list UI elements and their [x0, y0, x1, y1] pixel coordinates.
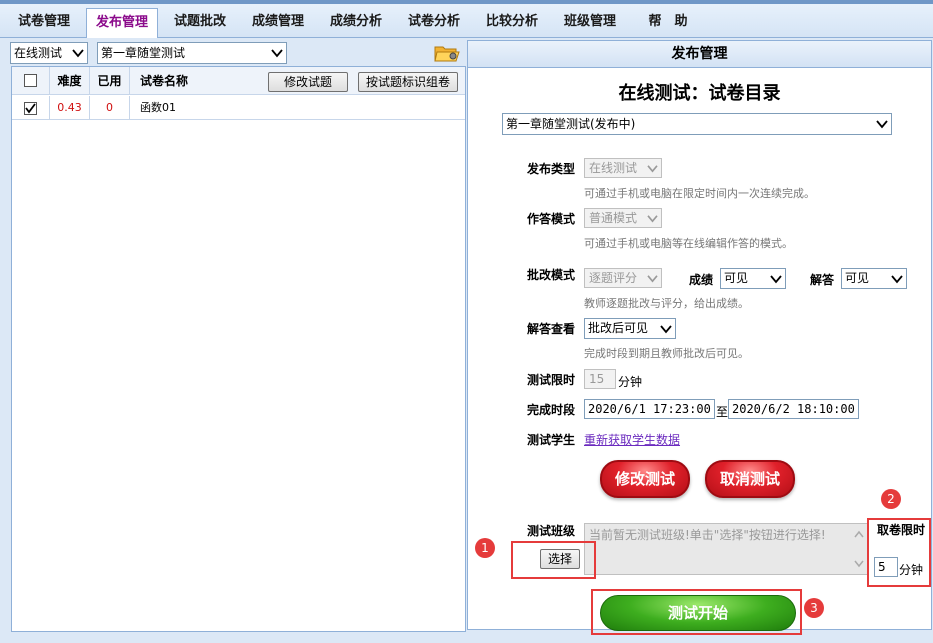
- edit-questions-button[interactable]: 修改试题: [268, 72, 348, 92]
- period-separator: 至: [716, 405, 729, 419]
- folder-gear-icon[interactable]: [434, 43, 460, 63]
- tab-compare-analysis[interactable]: 比较分析: [476, 8, 548, 38]
- scroll-down-icon[interactable]: [854, 560, 864, 568]
- tab-paper-management[interactable]: 试卷管理: [8, 8, 80, 38]
- grading-mode-label: 批改模式: [527, 268, 576, 282]
- answer-mode-label: 作答模式: [527, 212, 576, 226]
- test-type-value: 在线测试: [14, 46, 63, 60]
- class-list-box[interactable]: 当前暂无测试班级!单击"选择"按钮进行选择!: [584, 523, 868, 575]
- answer-view-hint: 完成时段到期且教师批改后可见。: [584, 347, 749, 360]
- paper-select[interactable]: 第一章随堂测试(发布中): [502, 113, 892, 135]
- modify-test-button[interactable]: 修改测试: [600, 460, 690, 498]
- select-all-checkbox[interactable]: [24, 74, 37, 87]
- header-paper-name-label: 试卷名称: [140, 74, 189, 88]
- annotation-badge-1: 1: [475, 538, 495, 558]
- chapter-select[interactable]: 第一章随堂测试: [97, 42, 287, 64]
- chevron-down-icon: [647, 215, 658, 223]
- annotation-badge-2: 2: [881, 489, 901, 509]
- period-end-input[interactable]: 2020/6/2 18:10:00: [728, 399, 859, 419]
- scroll-up-icon[interactable]: [854, 530, 864, 538]
- score-visibility-select[interactable]: 可见: [720, 268, 786, 289]
- answer-mode-value: 普通模式: [589, 211, 638, 225]
- time-limit-label: 测试限时: [527, 373, 576, 387]
- refresh-students-link[interactable]: 重新获取学生数据: [584, 431, 680, 448]
- paper-select-value: 第一章随堂测试(发布中): [506, 117, 636, 131]
- left-panel: 在线测试 第一章随堂测试 难度 已用 试卷名称 修改试题 按试题标识组卷 0.4…: [8, 38, 466, 634]
- class-list-placeholder: 当前暂无测试班级!单击"选择"按钮进行选择!: [589, 528, 826, 542]
- row-paper-name[interactable]: 函数01: [130, 96, 465, 120]
- tab-paper-analysis[interactable]: 试卷分析: [398, 8, 470, 38]
- publish-type-label: 发布类型: [527, 162, 576, 176]
- period-start-input[interactable]: 2020/6/1 17:23:00: [584, 399, 715, 419]
- tab-class-management[interactable]: 班级管理: [554, 8, 626, 38]
- checkmark-icon: [25, 103, 36, 114]
- publish-type-value: 在线测试: [589, 161, 638, 175]
- annotation-badge-3: 3: [804, 598, 824, 618]
- tab-grading[interactable]: 试题批改: [164, 8, 236, 38]
- header-difficulty: 难度: [50, 67, 90, 95]
- test-class-label: 测试班级: [527, 524, 576, 538]
- chevron-down-icon: [271, 49, 283, 58]
- period-label: 完成时段: [527, 403, 576, 417]
- tab-score-management[interactable]: 成绩管理: [242, 8, 314, 38]
- answer-mode-select: 普通模式: [584, 208, 662, 228]
- cancel-test-button[interactable]: 取消测试: [705, 460, 795, 498]
- test-type-select[interactable]: 在线测试: [10, 42, 88, 64]
- select-all-cell: [12, 67, 50, 95]
- tab-score-analysis[interactable]: 成绩分析: [320, 8, 392, 38]
- page-heading: 在线测试：试卷目录: [618, 83, 781, 104]
- row-difficulty: 0.43: [50, 96, 90, 120]
- chapter-value: 第一章随堂测试: [101, 46, 186, 60]
- chevron-down-icon: [770, 275, 782, 284]
- grading-mode-select: 逐题评分: [584, 268, 662, 288]
- score-visibility-label: 成绩: [689, 273, 714, 287]
- grading-mode-hint: 教师逐题批改与评分，给出成绩。: [584, 297, 749, 310]
- table-row[interactable]: 0.43 0 函数01: [12, 96, 465, 120]
- answer-visibility-label: 解答: [810, 273, 835, 287]
- chevron-down-icon: [660, 325, 672, 334]
- chevron-down-icon: [876, 120, 888, 129]
- time-limit-unit: 分钟: [618, 375, 643, 389]
- chevron-down-icon: [647, 165, 658, 173]
- paper-table: 难度 已用 试卷名称 修改试题 按试题标识组卷 0.43 0 函数01: [11, 66, 466, 632]
- students-label: 测试学生: [527, 433, 576, 447]
- time-limit-input: 15: [584, 369, 616, 389]
- answer-view-select[interactable]: 批改后可见: [584, 318, 676, 339]
- grading-mode-value: 逐题评分: [589, 271, 638, 285]
- compose-by-tag-button[interactable]: 按试题标识组卷: [358, 72, 458, 92]
- row-checkbox-cell: [12, 96, 50, 120]
- highlight-box-fetch-limit: [867, 518, 931, 587]
- chevron-down-icon: [891, 275, 903, 284]
- score-visibility-value: 可见: [724, 271, 749, 285]
- publish-type-hint: 可通过手机或电脑在限定时间内一次连续完成。: [584, 187, 815, 200]
- table-header: 难度 已用 试卷名称 修改试题 按试题标识组卷: [12, 67, 465, 95]
- chevron-down-icon: [647, 275, 658, 283]
- tab-publish-management[interactable]: 发布管理: [86, 8, 158, 38]
- row-used: 0: [90, 96, 130, 120]
- row-checkbox[interactable]: [24, 102, 37, 115]
- tab-help[interactable]: 帮 助: [632, 8, 704, 38]
- answer-mode-hint: 可通过手机或电脑等在线编辑作答的模式。: [584, 237, 793, 250]
- publish-type-select: 在线测试: [584, 158, 662, 178]
- panel-title: 发布管理: [468, 41, 931, 68]
- highlight-box-select: [511, 541, 596, 579]
- chevron-down-icon: [72, 49, 84, 58]
- answer-visibility-select[interactable]: 可见: [841, 268, 907, 289]
- highlight-box-start: [591, 589, 802, 635]
- answer-visibility-value: 可见: [845, 271, 870, 285]
- answer-view-value: 批改后可见: [588, 321, 649, 335]
- answer-view-label: 解答查看: [527, 322, 576, 336]
- top-tab-bar: 试卷管理 发布管理 试题批改 成绩管理 成绩分析 试卷分析 比较分析 班级管理 …: [0, 0, 933, 38]
- header-used: 已用: [90, 67, 130, 95]
